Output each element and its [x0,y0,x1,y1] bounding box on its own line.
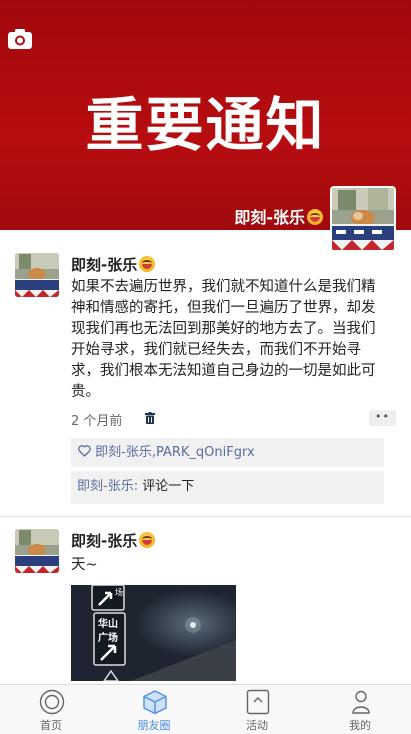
heart-icon [78,445,91,457]
comment-text: 评论一下 [138,479,195,494]
post-time: 2 个月前 [71,414,123,429]
post-author[interactable]: 即刻-张乐 [71,530,156,551]
moments-cube-icon [143,690,167,715]
more-options-button[interactable]: •• [369,410,396,426]
profile-icon [352,690,370,714]
trash-icon[interactable] [145,412,155,424]
tab-moments[interactable]: 朋友圈 [103,685,205,734]
home-circle-icon [39,689,65,715]
grinning-face-emoji-icon [139,256,156,272]
sign-text: 华山 [98,617,118,630]
cover-user-name-text: 即刻-张乐 [234,208,305,227]
post-text: 天~ [71,557,98,573]
post-author[interactable]: 即刻-张乐 [71,254,156,275]
comment-item[interactable]: 即刻-张乐: 评论一下 [71,471,384,504]
activity-icon [246,689,270,715]
post-photo[interactable]: 场 华山 广场 [71,585,236,681]
cover-user-name: 即刻-张乐 [234,204,323,228]
tab-home[interactable]: 首页 [0,685,102,734]
bottom-tab-bar: 首页 朋友圈 活动 我的 [0,684,411,734]
post-author-text: 即刻-张乐 [71,532,138,550]
camera-icon[interactable] [7,28,33,50]
cover-title: 重要通知 [85,91,326,159]
tab-home-label: 首页 [40,719,62,732]
likes-names[interactable]: 即刻-张乐,PARK_qOniFgrx [95,445,255,460]
post-divider [0,516,411,517]
tab-moments-label: 朋友圈 [137,719,171,732]
likes-list: 即刻-张乐,PARK_qOniFgrx [71,438,384,467]
avatar[interactable] [15,253,59,297]
tab-activity[interactable]: 活动 [206,685,308,734]
sign-text: 场 [115,588,123,597]
tab-activity-label: 活动 [246,719,268,732]
cover-avatar[interactable] [330,186,396,252]
tab-profile[interactable]: 我的 [309,685,411,734]
grinning-face-emoji-icon [307,209,323,225]
post-text: 如果不去遍历世界，我们就不知道什么是我们精神和情感的寄托，但我们一旦遍历了世界，… [71,279,376,400]
comment-author[interactable]: 即刻-张乐: [77,479,138,494]
avatar[interactable] [15,529,59,573]
post-author-text: 即刻-张乐 [71,256,138,274]
sign-text: 广场 [98,631,118,644]
tab-profile-label: 我的 [349,719,371,732]
grinning-face-emoji-icon [139,532,156,548]
